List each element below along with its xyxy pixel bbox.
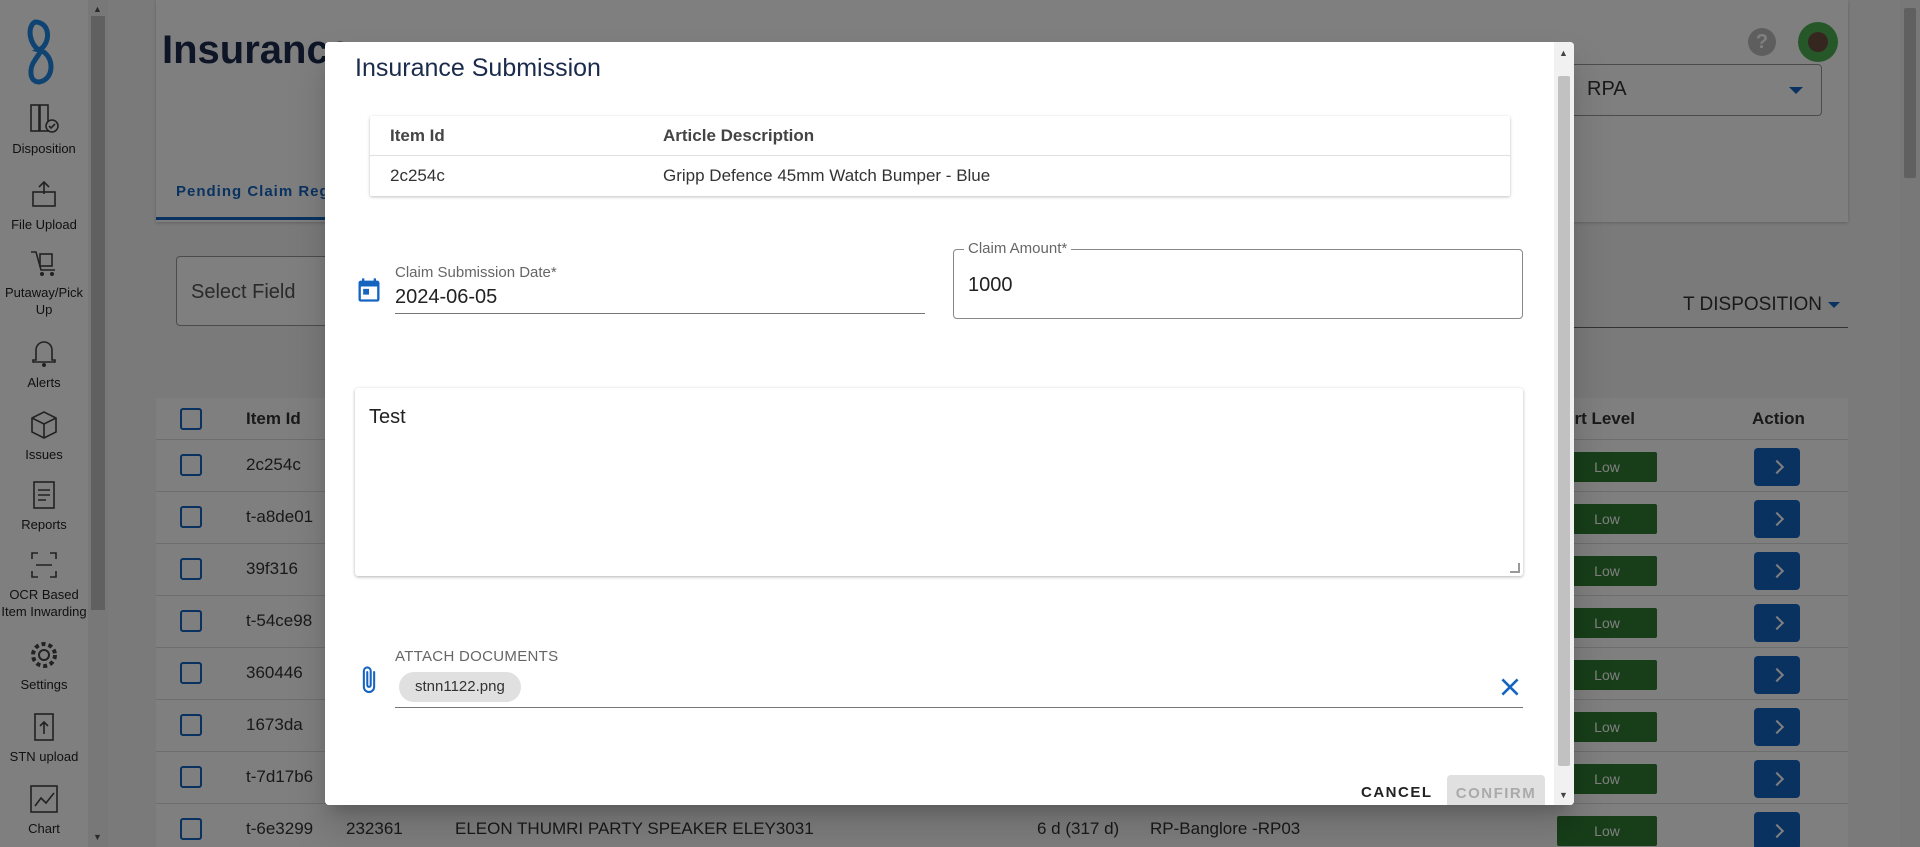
- col-item-id: Item Id: [390, 126, 445, 145]
- col-article-description: Article Description: [663, 126, 815, 145]
- claim-amount-field[interactable]: Claim Amount* 1000: [953, 240, 1523, 319]
- scroll-up-icon[interactable]: ▲: [1559, 48, 1568, 58]
- attach-documents-label: ATTACH DOCUMENTS: [395, 648, 559, 665]
- claim-date-label: Claim Submission Date*: [395, 264, 557, 281]
- dialog-title: Insurance Submission: [355, 54, 601, 82]
- file-chip[interactable]: stnn1122.png: [399, 672, 521, 702]
- resize-handle-icon[interactable]: [1510, 563, 1520, 573]
- insurance-submission-dialog: Insurance Submission Item Id Article Des…: [325, 42, 1574, 805]
- cancel-button[interactable]: CANCEL: [1361, 784, 1433, 801]
- claim-amount-label: Claim Amount*: [964, 240, 1072, 257]
- cell-item-id: 2c254c: [390, 166, 445, 185]
- paperclip-icon[interactable]: [355, 664, 383, 696]
- remarks-value: Test: [369, 406, 406, 428]
- item-table-row: 2c254c Gripp Defence 45mm Watch Bumper -…: [370, 156, 1510, 196]
- attach-documents-field[interactable]: ATTACH DOCUMENTS stnn1122.png: [395, 648, 1523, 708]
- remarks-textarea[interactable]: Test: [355, 388, 1523, 576]
- item-table: Item Id Article Description 2c254c Gripp…: [370, 116, 1510, 196]
- scroll-down-icon[interactable]: ▼: [1559, 790, 1568, 800]
- dialog-scroll-thumb[interactable]: [1558, 76, 1570, 766]
- close-icon[interactable]: [1497, 674, 1523, 700]
- confirm-button[interactable]: CONFIRM: [1447, 775, 1545, 805]
- claim-date-value: 2024-06-05: [395, 286, 498, 308]
- calendar-icon[interactable]: [355, 276, 383, 304]
- dialog-scrollbar[interactable]: ▲ ▼: [1554, 42, 1574, 805]
- claim-amount-value: 1000: [968, 274, 1013, 296]
- item-table-header: Item Id Article Description: [370, 116, 1510, 156]
- claim-date-field[interactable]: Claim Submission Date* 2024-06-05: [395, 254, 925, 314]
- cell-article-description: Gripp Defence 45mm Watch Bumper - Blue: [663, 166, 991, 185]
